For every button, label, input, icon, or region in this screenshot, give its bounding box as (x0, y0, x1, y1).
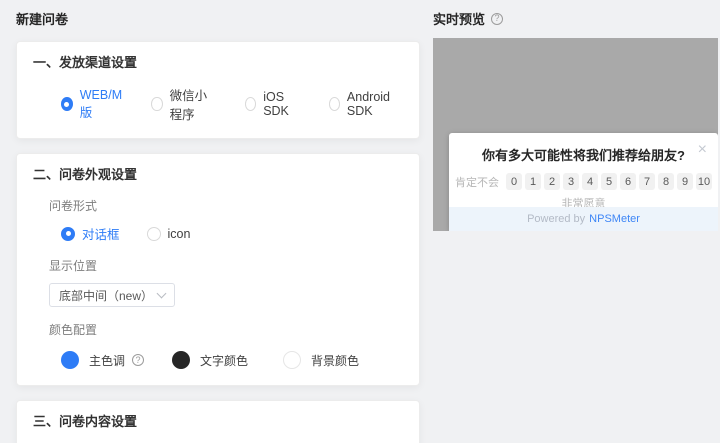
scale-button-5[interactable]: 5 (601, 173, 617, 190)
radio-selected-icon (61, 226, 75, 241)
scale-button-4[interactable]: 4 (582, 173, 598, 190)
scale-button-6[interactable]: 6 (620, 173, 636, 190)
form-style-radio-group: 对话框 icon (61, 224, 403, 243)
page-title: 新建问卷 (16, 12, 69, 27)
card-content-settings: 三、问卷内容设置 问卷类型 NPS CES 通用类型 NPS问题 (16, 400, 420, 443)
npsmeter-link[interactable]: NPSMeter (589, 213, 640, 225)
color-label: 背景颜色 (311, 353, 360, 368)
content-section-title: 三、问卷内容设置 (33, 414, 138, 429)
chevron-down-icon (156, 288, 167, 299)
live-preview-area: 你有多大可能性将我们推荐给朋友? × 肯定不会 0 1 2 3 4 5 6 7 … (433, 38, 718, 231)
preview-header: 实时预览 ? (433, 9, 504, 28)
scale-button-10[interactable]: 10 (696, 173, 712, 190)
color-label: 文字颜色 (200, 353, 249, 368)
scale-button-2[interactable]: 2 (544, 173, 560, 190)
appearance-section-title: 二、问卷外观设置 (33, 167, 138, 182)
channel-radio-group: WEB/M版 微信小程序 iOS SDK Android SDK (61, 85, 403, 123)
radio-option-web-m[interactable]: WEB/M版 (61, 88, 124, 121)
display-position-value: 底部中间（new） (59, 288, 154, 303)
form-style-label: 问卷形式 (49, 199, 98, 213)
card-channel-settings: 一、发放渠道设置 WEB/M版 微信小程序 iOS SDK Android SD… (16, 41, 420, 139)
preview-help-icon[interactable]: ? (491, 12, 504, 25)
nps-scale-row: 肯定不会 0 1 2 3 4 5 6 7 8 9 10 (449, 173, 718, 190)
color-config-group: 主色调 ? 文字颜色 背景颜色 (61, 351, 403, 369)
scale-button-9[interactable]: 9 (677, 173, 693, 190)
card-appearance-settings: 二、问卷外观设置 问卷形式 对话框 icon 显示位置 底部中间（new） 颜色… (16, 153, 420, 386)
radio-option-android-sdk[interactable]: Android SDK (328, 90, 403, 118)
text-color-option[interactable]: 文字颜色 (172, 351, 283, 369)
radio-option-icon[interactable]: icon (146, 226, 191, 241)
primary-color-swatch[interactable] (61, 351, 79, 369)
radio-label: 微信小程序 (169, 89, 208, 122)
preview-title: 实时预览 (433, 12, 486, 27)
radio-label: WEB/M版 (79, 87, 123, 120)
radio-unselected-icon (328, 97, 340, 111)
scale-button-3[interactable]: 3 (563, 173, 579, 190)
channel-section-title: 一、发放渠道设置 (33, 55, 138, 70)
scale-button-1[interactable]: 1 (525, 173, 541, 190)
close-icon[interactable]: × (698, 142, 707, 158)
scale-button-7[interactable]: 7 (639, 173, 655, 190)
text-color-swatch[interactable] (172, 351, 190, 369)
radio-label: iOS SDK (263, 90, 289, 118)
settings-column: 新建问卷 一、发放渠道设置 WEB/M版 微信小程序 iOS SDK Andro… (16, 0, 420, 443)
radio-unselected-icon (146, 226, 161, 241)
display-position-label: 显示位置 (49, 259, 98, 273)
radio-option-ios-sdk[interactable]: iOS SDK (244, 90, 302, 118)
preview-question-text: 你有多大可能性将我们推荐给朋友? (482, 148, 685, 163)
background-color-swatch[interactable] (283, 351, 301, 369)
radio-unselected-icon (151, 97, 163, 111)
radio-label: icon (167, 226, 191, 241)
radio-option-wechat-mini[interactable]: 微信小程序 (151, 85, 218, 123)
color-label: 主色调 (89, 353, 126, 368)
scale-button-8[interactable]: 8 (658, 173, 674, 190)
color-config-label: 颜色配置 (49, 323, 98, 337)
radio-selected-icon (61, 97, 73, 111)
powered-by-text: Powered by (527, 213, 586, 225)
radio-option-dialog[interactable]: 对话框 (61, 224, 120, 243)
nps-preview-dialog: 你有多大可能性将我们推荐给朋友? × 肯定不会 0 1 2 3 4 5 6 7 … (449, 133, 718, 231)
powered-by-footer: Powered by NPSMeter (449, 207, 718, 231)
background-color-option[interactable]: 背景颜色 (283, 351, 394, 369)
radio-label: 对话框 (82, 228, 120, 242)
help-icon[interactable]: ? (132, 354, 145, 366)
scale-low-label: 肯定不会 (455, 176, 499, 189)
scale-button-0[interactable]: 0 (506, 173, 522, 190)
survey-builder-screen: 新建问卷 一、发放渠道设置 WEB/M版 微信小程序 iOS SDK Andro… (0, 0, 720, 443)
display-position-select[interactable]: 底部中间（new） (49, 283, 175, 307)
radio-unselected-icon (244, 97, 257, 111)
primary-color-option[interactable]: 主色调 ? (61, 351, 172, 369)
radio-label: Android SDK (346, 90, 391, 118)
